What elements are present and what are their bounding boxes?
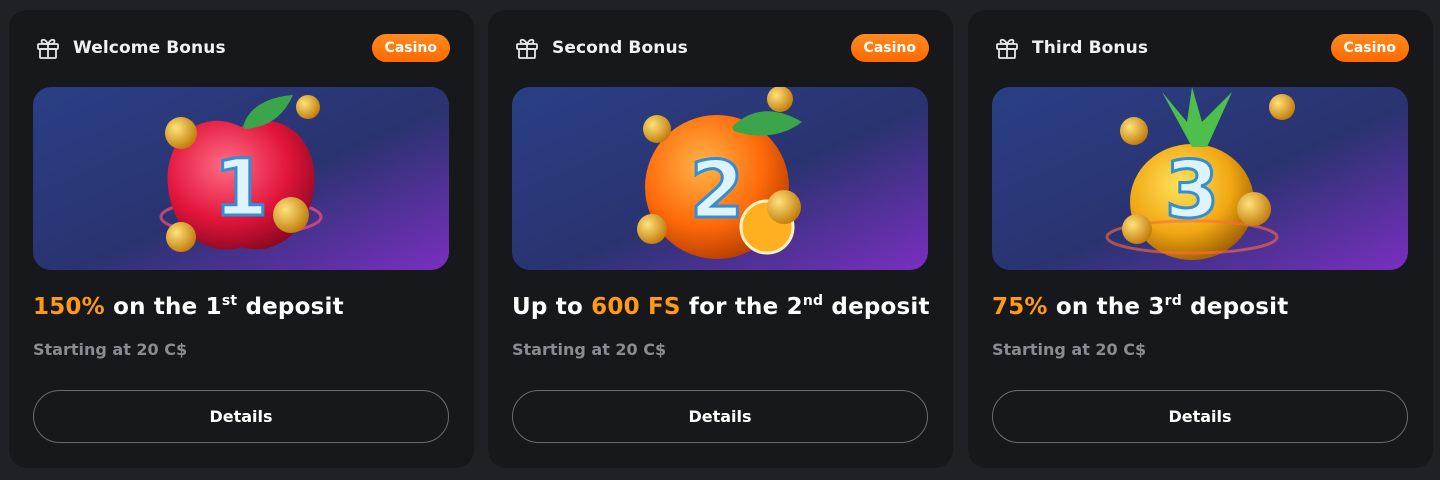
svg-text:1: 1 [214,144,268,234]
ordinal-suffix: rd [1164,293,1182,309]
pineapple-illustration: 3 [992,87,1408,270]
orange-illustration: 2 [512,87,928,270]
gift-icon [994,35,1020,61]
headline-text-end: deposit [823,294,930,320]
gift-icon [35,35,61,61]
headline-text: on the 1 [104,294,222,320]
casino-badge: Casino [371,34,450,62]
casino-badge: Casino [1330,34,1409,62]
headline-prefix: Up to [512,294,592,320]
bonus-headline: Up to 600 FS for the 2nd deposit [512,294,930,320]
gift-icon [514,35,540,61]
details-button[interactable]: Details [992,390,1408,443]
bonus-amount: 150% [33,294,105,320]
ordinal-suffix: st [221,293,238,309]
details-button[interactable]: Details [512,390,928,443]
details-button[interactable]: Details [33,390,449,443]
headline-text-end: deposit [1181,294,1289,320]
min-deposit-text: Starting at 20 C$ [33,340,188,359]
card-header: Third Bonus Casino [994,34,1409,62]
bonus-amount: 600 FS [591,294,681,320]
headline-text: for the 2 [680,294,803,320]
ordinal-suffix: nd [802,293,824,309]
card-title: Second Bonus [552,38,688,58]
bonus-amount: 75% [992,294,1048,320]
min-deposit-text: Starting at 20 C$ [992,340,1147,359]
card-header: Second Bonus Casino [514,34,929,62]
bonus-headline: 150% on the 1st deposit [33,294,344,320]
headline-text: on the 3 [1047,294,1165,320]
apple-illustration: 1 [33,87,449,270]
bonus-headline: 75% on the 3rd deposit [992,294,1288,320]
card-title: Third Bonus [1032,38,1149,58]
min-deposit-text: Starting at 20 C$ [512,340,667,359]
casino-badge: Casino [850,34,929,62]
card-header: Welcome Bonus Casino [35,34,450,62]
svg-text:3: 3 [1165,146,1219,236]
bonus-cards-row: Welcome Bonus Casino 1 150% on the 1st d… [0,0,1440,480]
bonus-card-third: Third Bonus Casino 3 75% on the 3rd depo… [968,10,1433,468]
bonus-card-welcome: Welcome Bonus Casino 1 150% on the 1st d… [9,10,474,468]
headline-text-end: deposit [237,294,344,320]
svg-text:2: 2 [690,146,744,236]
bonus-card-second: Second Bonus Casino 2 Up to 600 FS for t… [488,10,953,468]
card-title: Welcome Bonus [73,38,226,58]
